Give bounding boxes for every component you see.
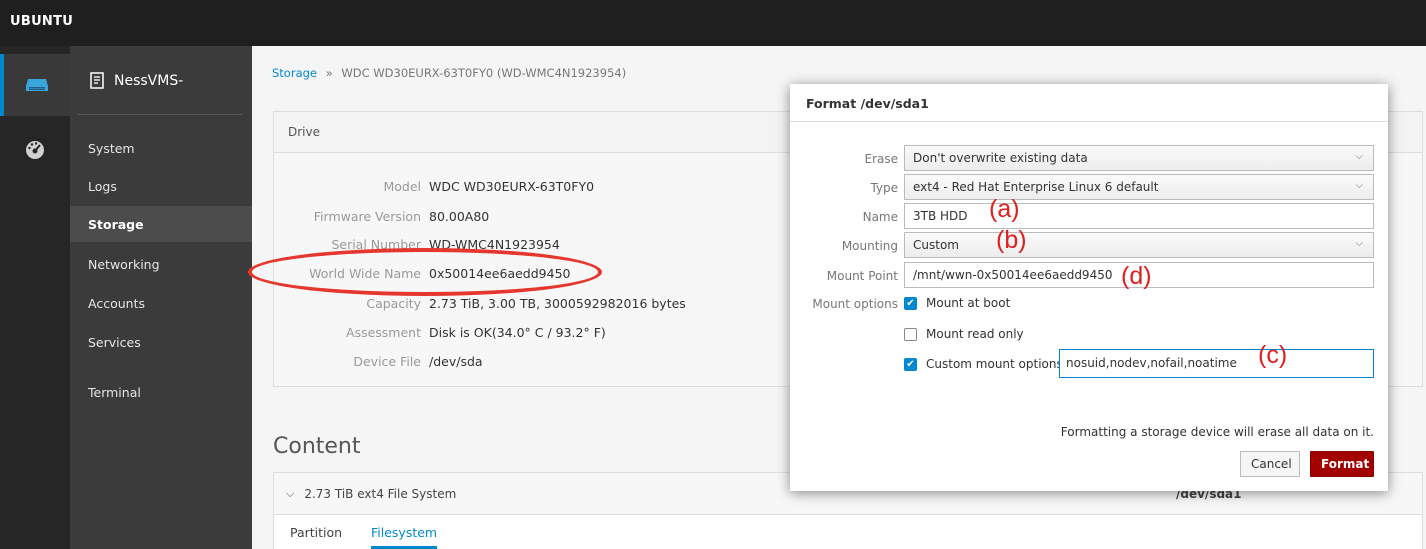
breadcrumb: Storage » WDC WD30EURX-63T0FY0 (WD-WMC4N… [272,66,626,80]
breadcrumb-storage-link[interactable]: Storage [272,66,317,80]
annotation-b: (b) [996,226,1027,254]
sidebar-item-services[interactable]: Services [70,324,252,360]
content-tabs: Partition Filesystem [274,515,1422,549]
mount-point-label: Mount Point [826,269,898,283]
sidebar-item-logs[interactable]: Logs [70,168,252,204]
drive-value: /dev/sda [429,354,483,369]
annotation-c: (c) [1258,341,1288,369]
sidebar-item-label: Logs [88,178,117,194]
erase-label: Erase [864,152,898,166]
custom-mount-options-option[interactable]: ✔ Custom mount options [904,357,1063,371]
format-dialog: Format /dev/sda1 Erase Don't overwrite e… [790,84,1388,491]
chevron-down-icon: ⌵ [1355,151,1363,162]
drive-value: Disk is OK(34.0° C / 93.2° F) [429,325,606,340]
mount-point-value: /mnt/wwn-0x50014ee6aedd9450 [913,268,1113,282]
highlight-ellipse [248,248,602,296]
custom-mount-options-input[interactable]: nosuid,nodev,nofail,noatime [1059,349,1374,378]
format-button[interactable]: Format [1310,451,1374,477]
custom-mount-options-label: Custom mount options [926,357,1063,371]
drive-key: Model [383,179,421,194]
dashboard-icon [26,141,44,159]
annotation-a: (a) [989,195,1020,223]
drive-key: Device File [353,354,421,369]
sidebar-item-system[interactable]: System [70,130,252,166]
mount-at-boot-label: Mount at boot [926,296,1011,310]
drive-key: Capacity [366,296,421,311]
chevron-down-icon: ⌵ [1355,238,1363,249]
brand-title: UBUNTU [10,14,74,29]
mount-read-only-checkbox[interactable] [904,327,917,341]
breadcrumb-separator: » [325,66,333,80]
drive-value: WD-WMC4N1923954 [429,237,560,249]
mounting-value: Custom [913,238,959,252]
host-switcher-button[interactable] [0,54,70,116]
sidebar-item-label: Storage [88,216,144,232]
mount-at-boot-checkbox[interactable]: ✔ [904,296,917,310]
sidebar-item-storage[interactable]: Storage [70,206,252,242]
cancel-button[interactable]: Cancel [1240,451,1300,477]
chevron-down-icon[interactable]: ⌵ [286,487,294,501]
type-select[interactable]: ext4 - Red Hat Enterprise Linux 6 defaul… [904,174,1374,200]
mounting-label: Mounting [841,239,898,253]
sidebar-item-label: Services [88,334,141,350]
dashboard-button[interactable] [0,118,70,180]
server-icon [26,79,48,91]
sidebar: NessVMS- System Logs Storage Networking … [70,46,252,549]
dialog-title: Format /dev/sda1 [790,84,1388,122]
host-name-label: NessVMS- [114,72,184,89]
mount-options-label: Mount options [812,297,898,311]
drive-value: 80.00A80 [429,209,490,224]
mount-read-only-option[interactable]: Mount read only [904,327,1024,341]
host-name[interactable]: NessVMS- [90,72,183,89]
sidebar-item-networking[interactable]: Networking [70,246,252,282]
erase-select[interactable]: Don't overwrite existing data ⌵ [904,145,1374,171]
mounting-select[interactable]: Custom ⌵ [904,232,1374,258]
name-value: 3TB HDD [913,209,968,223]
sidebar-item-label: Accounts [88,295,145,311]
breadcrumb-current: WDC WD30EURX-63T0FY0 (WD-WMC4N1923954) [341,66,627,80]
custom-mount-options-checkbox[interactable]: ✔ [904,357,917,371]
chevron-down-icon: ⌵ [1355,180,1363,191]
annotation-d: (d) [1121,262,1152,290]
drive-value: 2.73 TiB, 3.00 TB, 3000592982016 bytes [429,296,686,311]
divider [78,114,242,115]
mount-read-only-label: Mount read only [926,327,1024,341]
drive-key: Firmware Version [313,209,421,224]
host-rail [0,46,70,549]
custom-mount-options-value: nosuid,nodev,nofail,noatime [1066,356,1237,370]
filesystem-label: 2.73 TiB ext4 File System [304,486,457,501]
document-icon [90,72,104,89]
name-label: Name [862,210,898,224]
type-value: ext4 - Red Hat Enterprise Linux 6 defaul… [913,180,1159,194]
tab-partition[interactable]: Partition [290,525,342,540]
tab-filesystem[interactable]: Filesystem [371,525,438,549]
type-label: Type [870,181,898,195]
mount-at-boot-option[interactable]: ✔ Mount at boot [904,296,1010,310]
top-bar: UBUNTU [0,0,1426,46]
format-warning: Formatting a storage device will erase a… [1060,425,1374,439]
drive-value: WDC WD30EURX-63T0FY0 [429,179,595,194]
erase-value: Don't overwrite existing data [913,151,1088,165]
drive-key: Assessment [346,325,421,340]
sidebar-item-terminal[interactable]: Terminal [70,374,252,410]
sidebar-item-label: Networking [88,256,160,272]
name-input[interactable]: 3TB HDD [904,203,1374,229]
sidebar-item-label: Terminal [88,384,141,400]
sidebar-item-label: System [88,140,135,156]
sidebar-item-accounts[interactable]: Accounts [70,285,252,321]
content-heading: Content [273,434,361,459]
